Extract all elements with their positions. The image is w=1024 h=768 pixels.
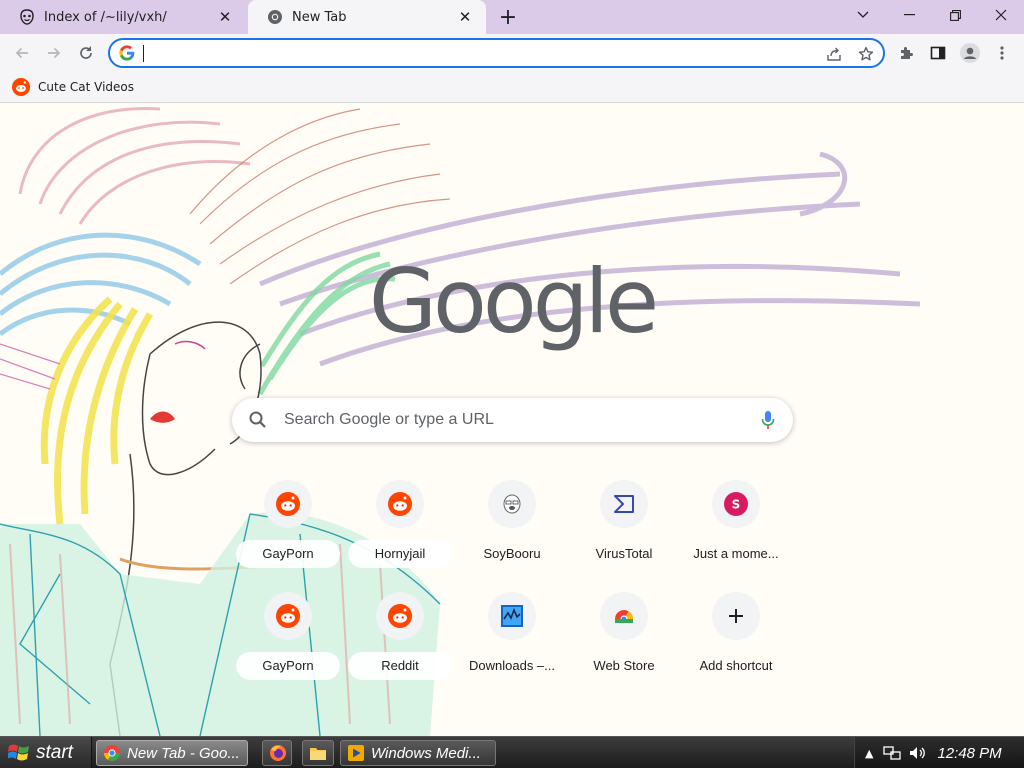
tab-search-icon[interactable] (840, 0, 886, 30)
shortcut-tile[interactable]: GayPorn (232, 576, 344, 688)
tab-title: Index of /~lily/vxh/ (44, 9, 167, 25)
back-icon[interactable] (8, 39, 36, 67)
taskbar-item-firefox[interactable] (262, 740, 292, 766)
shortcut-label: VirusTotal (595, 546, 653, 561)
bookmark-cute-cat-videos[interactable]: Cute Cat Videos (12, 77, 134, 97)
tab-new-tab[interactable]: New Tab ✕ (248, 0, 486, 34)
side-panel-icon[interactable] (924, 39, 952, 67)
close-window-icon[interactable] (978, 0, 1024, 30)
shortcut-label: Add shortcut (699, 658, 773, 673)
forward-icon[interactable] (40, 39, 68, 67)
shortcut-tile[interactable]: Reddit (344, 576, 456, 688)
plus-icon (712, 592, 760, 640)
chrome-icon (266, 8, 284, 26)
shortcut-tile[interactable]: Hornyjail (344, 464, 456, 576)
search-icon (249, 411, 266, 428)
google-logo: Google (368, 250, 659, 353)
close-icon[interactable]: ✕ (216, 8, 234, 26)
tab-index-of-lily[interactable]: Index of /~lily/vxh/ ✕ (0, 0, 246, 34)
shortcut-label: Just a mome... (693, 546, 779, 561)
mask-icon (18, 8, 36, 26)
taskbar-item-windows-media[interactable]: Windows Medi... (340, 740, 496, 766)
network-icon[interactable] (883, 745, 902, 761)
close-icon[interactable]: ✕ (456, 8, 474, 26)
microphone-icon[interactable] (761, 410, 775, 430)
extensions-icon[interactable] (892, 39, 920, 67)
shortcut-tile[interactable]: Downloads –... (456, 576, 568, 688)
chrome-icon (104, 745, 120, 761)
share-icon[interactable] (822, 42, 846, 66)
taskbar-item-label: Windows Medi... (371, 744, 481, 762)
tab-title: New Tab (292, 9, 347, 25)
add-shortcut-tile[interactable]: Add shortcut (680, 576, 792, 688)
media-player-icon (348, 745, 364, 761)
text-caret (143, 45, 144, 62)
minimize-icon[interactable] (886, 0, 932, 30)
virustotal-icon (600, 480, 648, 528)
shortcut-tile[interactable]: VirusTotal (568, 464, 680, 576)
bookmark-star-icon[interactable] (854, 42, 878, 66)
clock: 12:48 PM (937, 744, 1002, 762)
s-letter-icon: S (712, 480, 760, 528)
webstore-icon (600, 592, 648, 640)
shortcut-label: GayPorn (236, 540, 340, 568)
shortcut-label: Web Store (593, 658, 655, 673)
taskbar-item-chrome[interactable]: New Tab - Goo... (96, 740, 248, 766)
firefox-icon (270, 745, 286, 761)
system-tray: ▲ 12:48 PM (854, 737, 1024, 768)
search-box[interactable]: Search Google or type a URL (232, 398, 793, 442)
folder-icon (310, 748, 326, 760)
address-bar[interactable] (108, 38, 885, 68)
shortcut-tile[interactable]: SoyBooru (456, 464, 568, 576)
s-letter: S (732, 498, 741, 512)
soyjak-icon (488, 480, 536, 528)
start-button[interactable]: start (0, 737, 92, 768)
windows-logo-icon (8, 744, 29, 761)
reddit-icon (264, 592, 312, 640)
address-input[interactable] (142, 42, 802, 64)
shortcut-label: Downloads –... (469, 658, 555, 673)
shortcut-label: Hornyjail (348, 540, 452, 568)
shortcut-label: GayPorn (236, 652, 340, 680)
menu-kebab-icon[interactable] (988, 39, 1016, 67)
shortcut-tile[interactable]: S Just a mome... (680, 464, 792, 576)
taskbar-item-label: New Tab - Goo... (127, 744, 240, 762)
shortcut-tile[interactable]: GayPorn (232, 464, 344, 576)
tab-strip: Index of /~lily/vxh/ ✕ New Tab ✕ + (0, 0, 1024, 34)
search-placeholder: Search Google or type a URL (284, 411, 494, 428)
shortcut-tile[interactable]: Web Store (568, 576, 680, 688)
reddit-icon (12, 78, 30, 96)
new-tab-page: Google Search Google or type a URL GayPo… (0, 104, 1024, 736)
downloads-icon (488, 592, 536, 640)
reddit-icon (264, 480, 312, 528)
shortcut-label: Reddit (348, 652, 452, 680)
reload-icon[interactable] (72, 39, 100, 67)
toolbar (0, 34, 1024, 72)
shortcut-label: SoyBooru (483, 546, 541, 561)
reddit-icon (376, 592, 424, 640)
bookmarks-bar: Cute Cat Videos (0, 72, 1024, 103)
reddit-icon (376, 480, 424, 528)
google-g-icon (119, 45, 135, 61)
restore-icon[interactable] (932, 0, 978, 30)
profile-avatar-icon[interactable] (956, 39, 984, 67)
taskbar: start New Tab - Goo... Windows Medi... ▲… (0, 736, 1024, 768)
tray-expand-icon[interactable]: ▲ (865, 747, 873, 760)
new-tab-button[interactable]: + (496, 5, 520, 30)
volume-icon[interactable] (909, 745, 927, 761)
bookmark-label: Cute Cat Videos (38, 80, 135, 94)
start-label: start (36, 742, 73, 763)
taskbar-item-folder[interactable] (302, 740, 334, 766)
